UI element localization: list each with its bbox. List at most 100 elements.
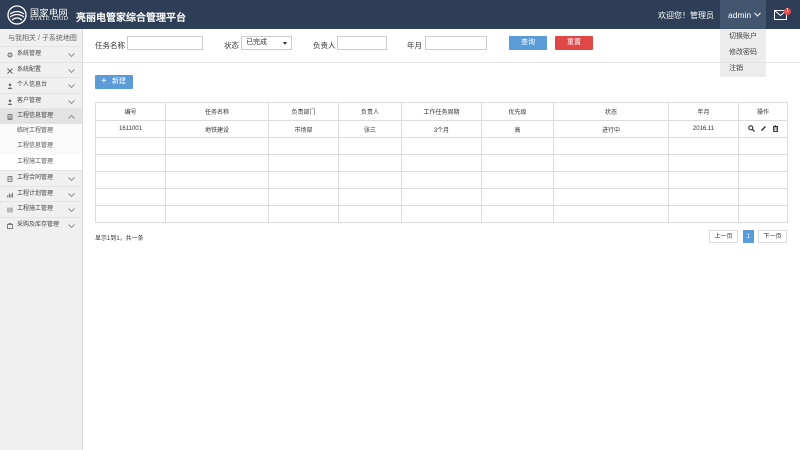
sidebar: 与我相关 / 子系统地图 系统管理 系统配置 个人信息台 客户管理 工程信息管理…	[0, 29, 83, 450]
cell-period: 3个月	[401, 120, 482, 138]
column-header: 负责部门	[268, 102, 339, 121]
table-row-empty	[95, 137, 788, 155]
submenu-item-project-info[interactable]: 工程信息管理	[0, 139, 82, 155]
sidebar-item-label: 系统配置	[17, 66, 42, 73]
month-label: 年月	[407, 41, 422, 50]
document-icon	[7, 176, 13, 182]
trash-icon[interactable]	[772, 124, 779, 132]
cell-department: 市场部	[268, 120, 339, 138]
sidebar-menu: 系统管理 系统配置 个人信息台 客户管理 工程信息管理 临时工程管理 工程信息管…	[0, 46, 82, 232]
chevron-down-icon	[68, 208, 75, 212]
user-menu-toggle[interactable]: admin	[720, 0, 766, 29]
sidebar-item-procurement[interactable]: 采购及库存管理	[0, 216, 82, 233]
welcome-text: 欢迎您！管理员	[658, 11, 714, 20]
column-header: 操作	[738, 102, 788, 121]
chart-icon	[7, 192, 13, 197]
table-row-empty	[95, 205, 788, 223]
user-name: admin	[728, 10, 752, 20]
person-icon	[7, 83, 13, 89]
caret-down-icon	[283, 42, 287, 45]
record-summary: 显示1到1，共一条	[95, 236, 144, 242]
cell-month: 2016.11	[668, 120, 739, 138]
logo-text-en: STATE GRID	[30, 16, 69, 22]
logout-item[interactable]: 注销	[720, 61, 766, 77]
sidebar-item-label: 工程信息管理	[17, 113, 54, 119]
sidebar-item-label: 工程计划管理	[17, 190, 54, 197]
next-page-button[interactable]: 下一页	[758, 230, 787, 243]
top-header: 国家电网 STATE GRID 亮丽电管家综合管理平台 欢迎您！管理员 admi…	[0, 0, 800, 29]
task-name-label: 任务名称	[95, 41, 125, 50]
sidebar-item-contract[interactable]: 工程合同管理	[0, 170, 82, 186]
cell-priority: 高	[481, 120, 554, 138]
sidebar-item-system-config[interactable]: 系统配置	[0, 61, 82, 78]
chevron-up-icon	[68, 115, 75, 119]
sidebar-item-customer[interactable]: 客户管理	[0, 92, 82, 109]
prev-page-button[interactable]: 上一页	[709, 230, 738, 243]
box-icon	[7, 222, 13, 229]
filter-bar: 任务名称 状态 已完成 负责人 年月 查询 重置	[83, 29, 800, 63]
chevron-down-icon	[68, 177, 75, 181]
chevron-down-icon	[68, 84, 75, 88]
table-row[interactable]: 1611001 地铁建设 市场部 张三 3个月 高 进行中 2016.11	[95, 120, 788, 138]
owner-input[interactable]	[337, 36, 387, 50]
owner-label: 负责人	[313, 41, 336, 50]
state-grid-logo-icon	[7, 5, 27, 25]
cell-id: 1611001	[95, 120, 166, 138]
cell-task-name: 地铁建设	[165, 120, 269, 138]
column-header: 优先级	[481, 102, 554, 121]
sidebar-item-label: 采购及库存管理	[17, 221, 60, 228]
table-row-empty	[95, 171, 788, 189]
column-header: 负责人	[338, 102, 402, 121]
cell-actions	[738, 120, 788, 138]
reset-button[interactable]: 重置	[555, 36, 593, 50]
document-icon	[7, 114, 13, 120]
sidebar-item-label: 个人信息台	[17, 82, 48, 88]
breadcrumb[interactable]: 与我相关 / 子系统地图	[8, 33, 77, 43]
column-header: 状态	[553, 102, 669, 121]
chevron-down-icon	[68, 53, 75, 57]
tools-icon	[7, 207, 13, 213]
sidebar-item-label: 客户管理	[17, 97, 42, 104]
new-button-label: 新建	[112, 78, 126, 85]
edit-icon[interactable]	[760, 125, 767, 132]
sidebar-item-personal-info[interactable]: 个人信息台	[0, 77, 82, 93]
submenu-item-project-construction[interactable]: 工程施工管理	[0, 154, 82, 170]
column-header: 工作任务周期	[401, 102, 482, 121]
month-input[interactable]	[425, 36, 487, 50]
chevron-down-icon	[68, 99, 75, 104]
wrench-icon	[7, 67, 13, 74]
sidebar-item-plan[interactable]: 工程计划管理	[0, 185, 82, 202]
gear-icon	[7, 52, 13, 58]
status-select-value: 已完成	[246, 39, 267, 46]
column-header: 编号	[95, 102, 166, 121]
plus-icon: +	[101, 76, 107, 87]
status-label: 状态	[224, 41, 239, 50]
sidebar-item-label: 工程施工管理	[17, 206, 54, 212]
new-button[interactable]: + 新建	[95, 75, 133, 89]
chevron-down-icon	[68, 223, 75, 228]
task-name-input[interactable]	[127, 36, 203, 50]
chevron-down-icon	[68, 68, 75, 73]
table-row-empty	[95, 188, 788, 206]
table-row-empty	[95, 154, 788, 172]
task-table: 编号 任务名称 负责部门 负责人 工作任务周期 优先级 状态 年月 操作 161…	[95, 102, 788, 223]
sidebar-item-construction[interactable]: 工程施工管理	[0, 201, 82, 217]
search-button[interactable]: 查询	[509, 36, 547, 50]
sidebar-item-label: 工程合同管理	[17, 175, 54, 181]
sidebar-item-system-management[interactable]: 系统管理	[0, 46, 82, 62]
sidebar-item-label: 系统管理	[17, 51, 42, 57]
column-header: 任务名称	[165, 102, 269, 121]
search-icon[interactable]	[747, 124, 755, 132]
submenu-item-temp-project[interactable]: 临时工程管理	[0, 123, 82, 139]
status-select[interactable]: 已完成	[241, 36, 292, 50]
chevron-down-icon	[68, 192, 75, 197]
app-title: 亮丽电管家综合管理平台	[76, 13, 186, 24]
cell-owner: 张三	[338, 120, 402, 138]
page-number-button[interactable]: 1	[743, 230, 754, 243]
column-header: 年月	[668, 102, 739, 121]
table-header-row: 编号 任务名称 负责部门 负责人 工作任务周期 优先级 状态 年月 操作	[95, 102, 788, 121]
sidebar-item-project-info[interactable]: 工程信息管理	[0, 108, 82, 124]
cell-status: 进行中	[553, 120, 669, 138]
mail-badge: 1	[784, 8, 791, 15]
person-icon	[7, 99, 13, 105]
